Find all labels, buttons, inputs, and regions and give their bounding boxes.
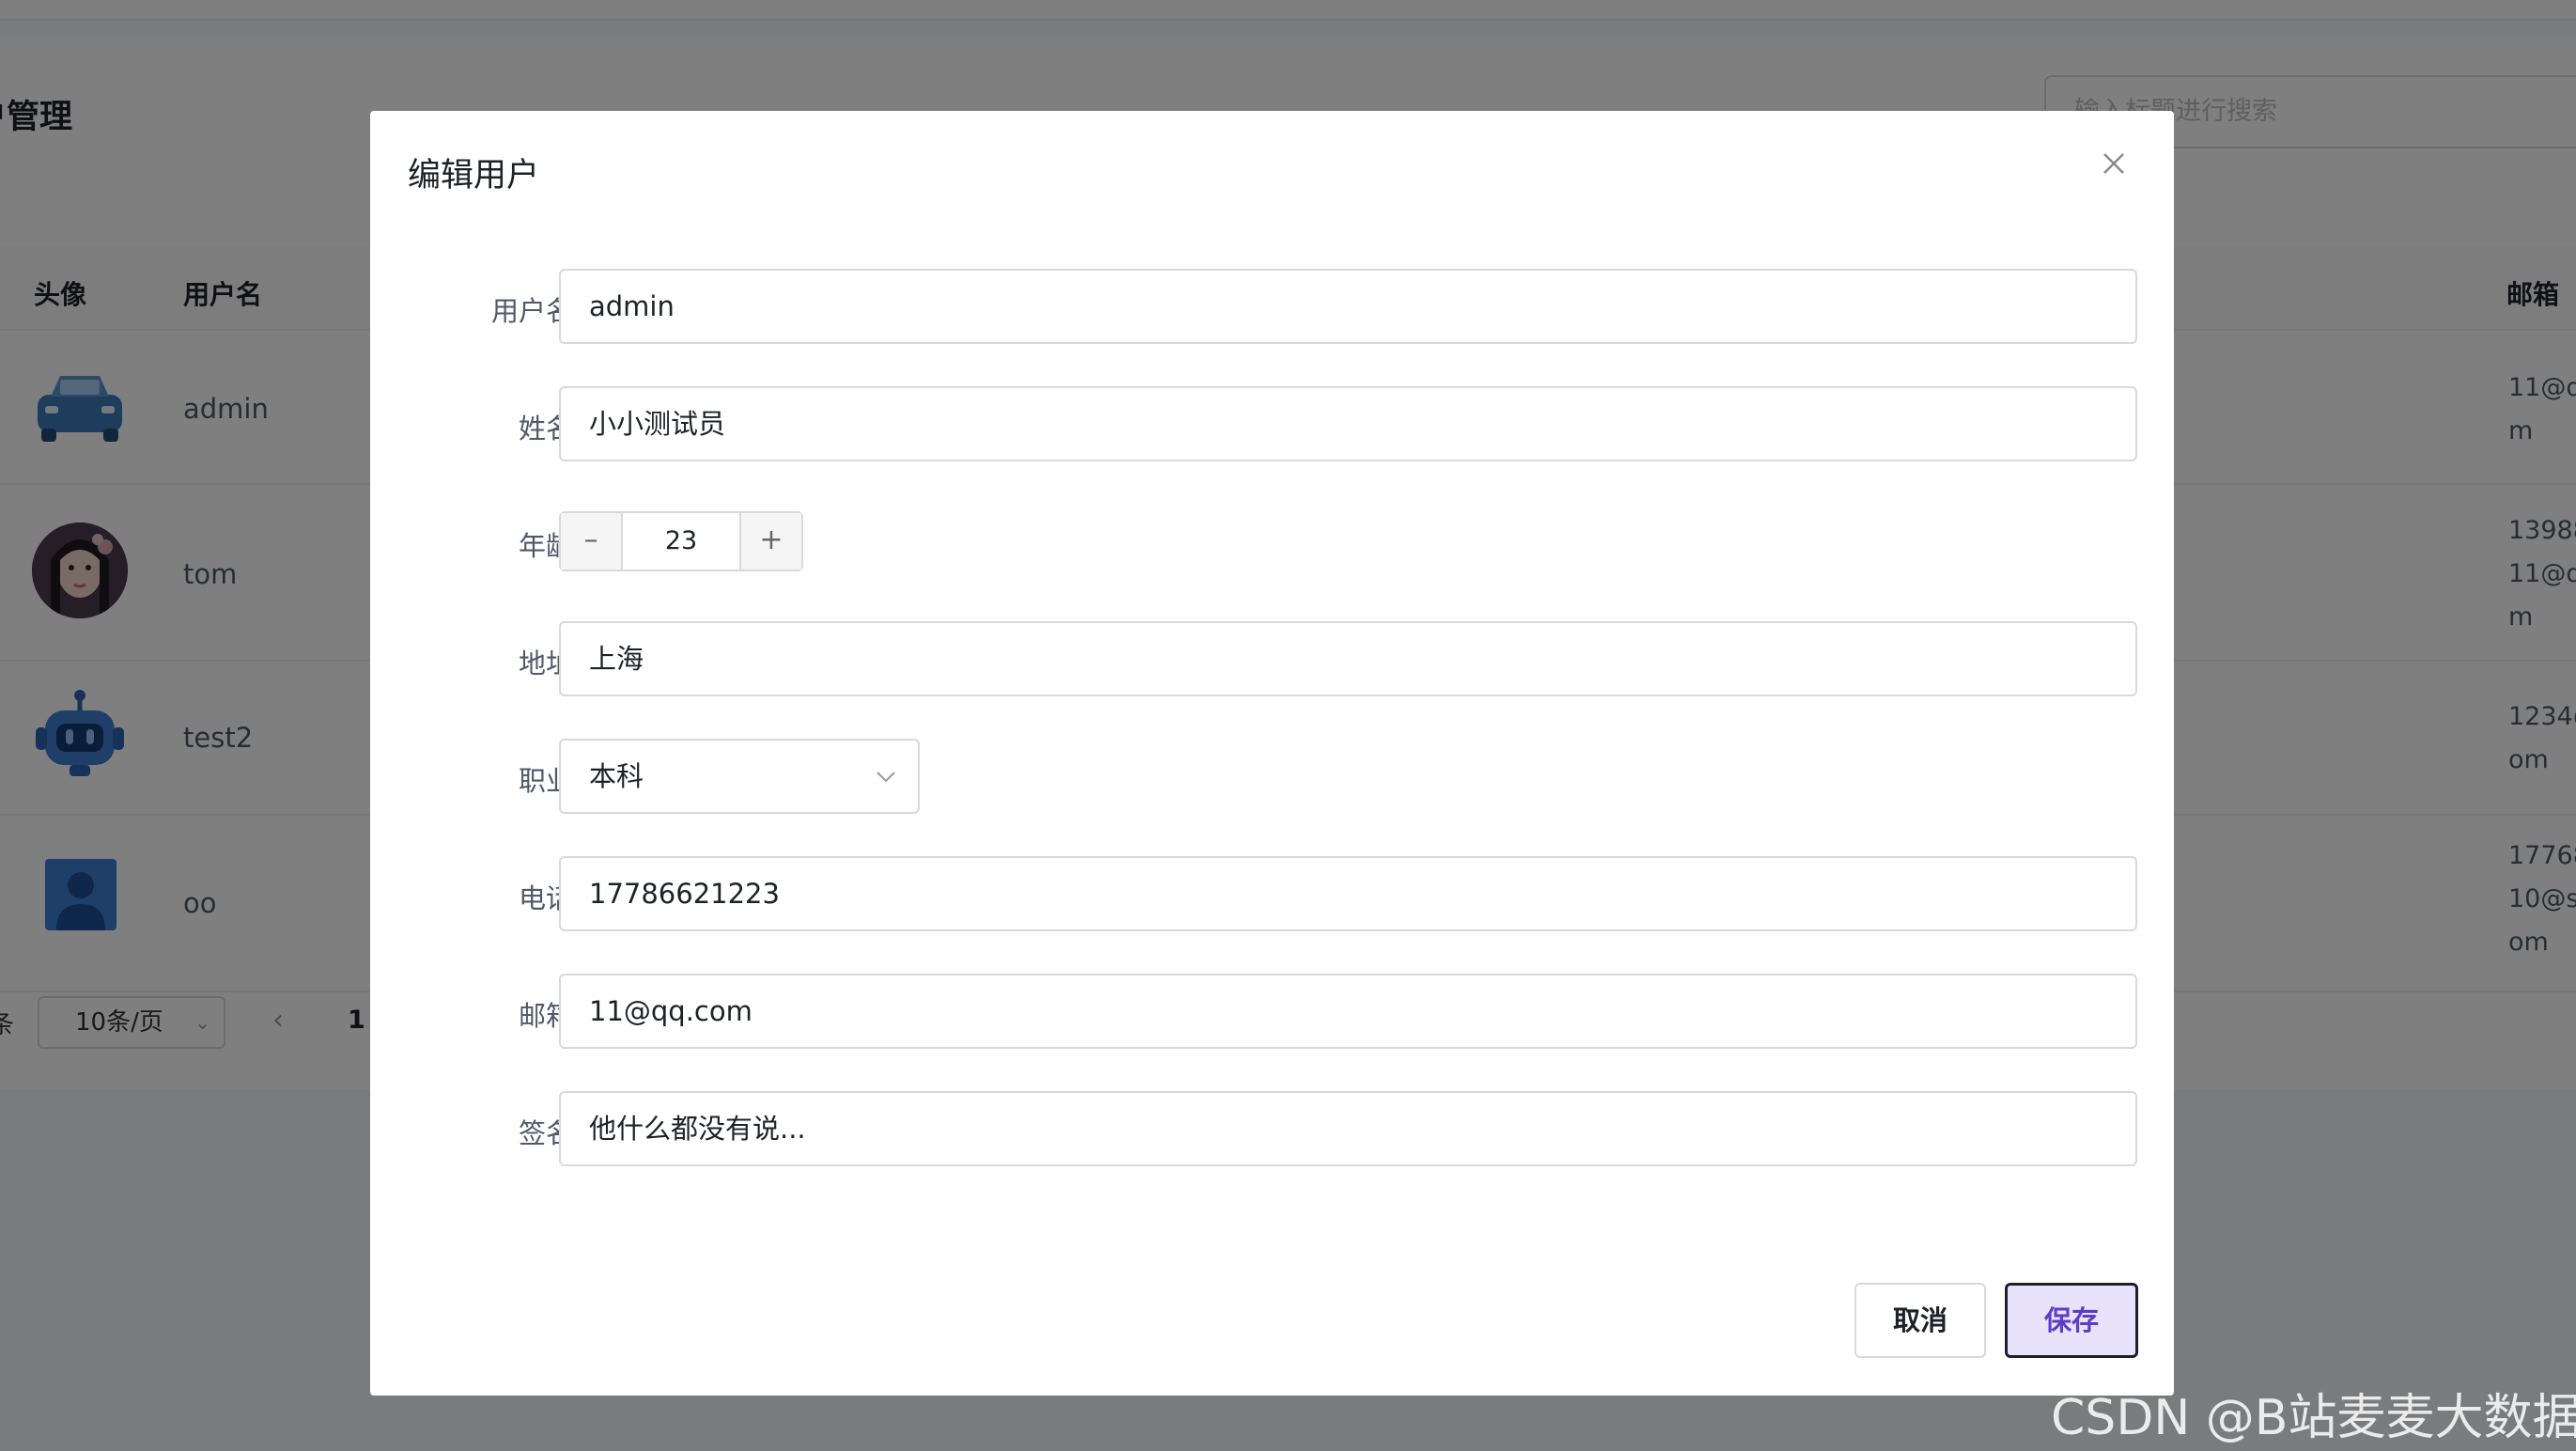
edit-user-dialog: 编辑用户 用户名 admin 姓名 小小测试员 年龄 – 23 + 地址 上海 … [370,111,2174,1396]
signature-field[interactable]: 他什么都没有说... [559,1091,2137,1166]
email-field[interactable]: 11@qq.com [559,974,2137,1049]
form-item-address: 地址 上海 [370,621,2174,696]
form-item-name: 姓名 小小测试员 [370,386,2174,461]
name-field[interactable]: 小小测试员 [559,386,2137,461]
chevron-down-icon [877,772,895,783]
age-stepper: – 23 + [559,511,803,571]
occupation-label: 职业 [518,765,573,797]
dialog-title: 编辑用户 [408,157,540,195]
age-label: 年龄 [518,530,573,562]
username-field[interactable]: admin [559,269,2137,344]
form-item-occupation: 职业 本科 [370,739,2174,814]
username-label: 用户名 [490,295,573,327]
phone-label: 电话 [518,882,573,914]
form-item-username: 用户名 admin [370,269,2174,344]
form-item-email: 邮箱 11@qq.com [370,974,2174,1049]
save-button[interactable]: 保存 [2005,1283,2138,1358]
name-label: 姓名 [518,413,573,445]
occupation-value: 本科 [589,760,644,792]
email-label: 邮箱 [518,1000,573,1032]
cancel-button[interactable]: 取消 [1854,1283,1986,1358]
increment-button[interactable]: + [739,513,801,569]
decrement-button[interactable]: – [561,513,623,569]
address-label: 地址 [518,647,573,679]
age-value[interactable]: 23 [623,513,739,569]
form-item-signature: 签名 他什么都没有说... [370,1091,2174,1166]
address-field[interactable]: 上海 [559,621,2137,696]
form-item-phone: 电话 17786621223 [370,856,2174,931]
phone-field[interactable]: 17786621223 [559,856,2137,931]
close-icon[interactable] [2095,145,2133,182]
occupation-select[interactable]: 本科 [559,739,920,814]
watermark-text: CSDN @B站麦麦大数据 [2051,1390,2576,1446]
form-item-age: 年龄 – 23 + [370,511,2174,586]
signature-label: 签名 [518,1117,573,1149]
